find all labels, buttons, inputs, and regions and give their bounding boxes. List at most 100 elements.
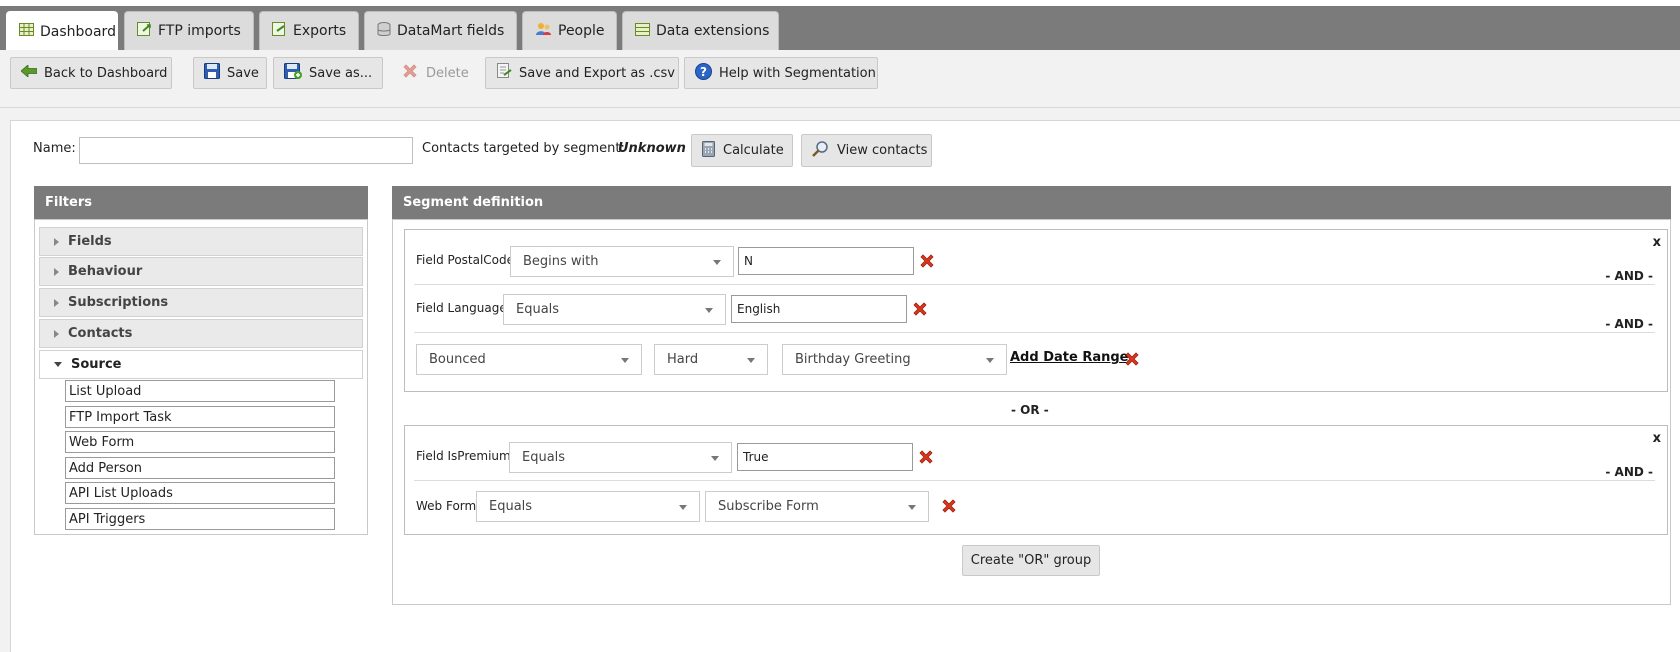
filter-section-label: Behaviour xyxy=(68,264,143,279)
filter-section-source[interactable]: Source xyxy=(39,350,363,379)
filter-section-label: Fields xyxy=(68,234,112,249)
back-to-dashboard-label: Back to Dashboard xyxy=(44,65,168,81)
floppy-disk-icon xyxy=(204,63,220,83)
filters-panel: Fields Behaviour Subscriptions Contacts … xyxy=(34,219,368,535)
filter-section-fields[interactable]: Fields xyxy=(39,227,363,256)
caret-down-icon xyxy=(621,358,629,363)
caret-down-icon xyxy=(747,358,755,363)
bounce-type-select[interactable]: Hard xyxy=(654,344,768,375)
contacts-targeted-value: Unknown xyxy=(618,141,686,156)
tab-bar: Dashboard FTP imports Exports DataMart f… xyxy=(0,6,1680,51)
chevron-down-icon xyxy=(54,362,62,367)
save-and-export-button[interactable]: Save and Export as .csv xyxy=(485,57,679,89)
chevron-right-icon xyxy=(54,237,59,246)
operator-select-value: Equals xyxy=(516,302,560,317)
tab-ftp-imports[interactable]: FTP imports xyxy=(124,11,254,50)
remove-rule-icon[interactable] xyxy=(911,300,929,318)
filters-header: Filters xyxy=(34,186,368,219)
people-icon xyxy=(535,22,552,40)
source-item-api-list-uploads[interactable]: API List Uploads xyxy=(65,482,335,504)
segment-definition-title: Segment definition xyxy=(403,195,544,210)
database-icon xyxy=(377,21,391,41)
create-or-group-button[interactable]: Create "OR" group xyxy=(962,545,1100,576)
operator-select[interactable]: Equals xyxy=(476,491,700,522)
add-date-range-link[interactable]: Add Date Range xyxy=(1010,350,1128,365)
caret-down-icon xyxy=(711,456,719,461)
remove-rule-icon[interactable] xyxy=(917,448,935,466)
caret-down-icon xyxy=(705,308,713,313)
tab-datamart-fields[interactable]: DataMart fields xyxy=(364,11,517,50)
filter-section-contacts[interactable]: Contacts xyxy=(39,319,363,348)
rule-separator xyxy=(414,332,1655,333)
tab-exports-label: Exports xyxy=(293,23,347,39)
operator-select[interactable]: Equals xyxy=(509,442,732,473)
tab-data-extensions-label: Data extensions xyxy=(656,23,770,39)
calculate-button[interactable]: Calculate xyxy=(691,134,793,167)
import-icon xyxy=(137,22,152,40)
source-item-api-triggers[interactable]: API Triggers xyxy=(65,508,335,530)
tab-dashboard[interactable]: Dashboard xyxy=(6,11,118,51)
help-icon: ? xyxy=(695,62,712,84)
remove-rule-icon[interactable] xyxy=(918,252,936,270)
view-contacts-label: View contacts xyxy=(837,143,928,158)
segment-editor: Name: Contacts targeted by segment: Unkn… xyxy=(10,120,1680,652)
arrow-left-icon xyxy=(20,64,38,81)
event-select[interactable]: Bounced xyxy=(416,344,642,375)
save-button[interactable]: Save xyxy=(193,57,267,89)
rule-field-label: Field IsPremium xyxy=(416,449,511,463)
operator-select-value: Begins with xyxy=(523,254,599,269)
caret-down-icon xyxy=(713,260,721,265)
calculator-icon xyxy=(702,140,715,161)
source-item-web-form[interactable]: Web Form xyxy=(65,431,335,453)
or-label: - OR - xyxy=(1011,403,1049,417)
campaign-select[interactable]: Birthday Greeting xyxy=(782,344,1007,375)
save-as-button[interactable]: Save as... xyxy=(273,57,383,89)
caret-down-icon xyxy=(679,505,687,510)
back-to-dashboard-button[interactable]: Back to Dashboard xyxy=(10,57,172,89)
operator-select[interactable]: Equals xyxy=(503,294,726,325)
remove-group-1-button[interactable]: x xyxy=(1653,235,1661,250)
operator-select-value: Equals xyxy=(489,499,533,514)
filter-section-behaviour[interactable]: Behaviour xyxy=(39,257,363,286)
operator-select[interactable]: Begins with xyxy=(510,246,734,277)
help-segmentation-button[interactable]: ? Help with Segmentation xyxy=(684,57,878,89)
filter-section-label: Source xyxy=(71,357,122,372)
remove-group-2-button[interactable]: x xyxy=(1653,431,1661,446)
rule-separator xyxy=(414,480,1655,481)
save-and-export-label: Save and Export as .csv xyxy=(519,65,675,81)
filter-section-subscriptions[interactable]: Subscriptions xyxy=(39,288,363,317)
tab-people-label: People xyxy=(558,23,605,39)
svg-text:?: ? xyxy=(700,65,707,79)
tab-people[interactable]: People xyxy=(522,11,617,50)
filters-title: Filters xyxy=(45,195,92,210)
name-label: Name: xyxy=(33,141,76,156)
rule-value-input[interactable]: N xyxy=(738,247,914,275)
rule-separator xyxy=(414,284,1655,285)
export-icon xyxy=(272,22,287,40)
web-form-select-value: Subscribe Form xyxy=(718,499,819,514)
tab-exports[interactable]: Exports xyxy=(259,11,359,50)
rule-value-input[interactable]: True xyxy=(737,443,913,471)
view-contacts-button[interactable]: View contacts xyxy=(801,134,932,167)
and-label: - AND - xyxy=(1605,317,1653,331)
source-item-list-upload[interactable]: List Upload xyxy=(65,380,335,402)
source-item-add-person[interactable]: Add Person xyxy=(65,457,335,479)
remove-rule-icon[interactable] xyxy=(940,497,958,515)
chevron-right-icon xyxy=(54,267,59,276)
web-form-select[interactable]: Subscribe Form xyxy=(705,491,929,522)
name-input[interactable] xyxy=(79,137,413,164)
tab-data-extensions[interactable]: Data extensions xyxy=(622,11,779,50)
and-label: - AND - xyxy=(1605,465,1653,479)
contacts-targeted-label: Contacts targeted by segment: xyxy=(422,141,625,156)
delete-button[interactable]: Delete xyxy=(390,57,480,89)
rule-value-input[interactable]: English xyxy=(731,295,907,323)
rule-field-label: Field PostalCode xyxy=(416,253,515,267)
filter-section-label: Contacts xyxy=(68,326,133,341)
tab-dashboard-label: Dashboard xyxy=(40,23,116,40)
or-group-1: x Field PostalCode Begins with N - AND -… xyxy=(404,229,1668,392)
toolbar: Back to Dashboard Save Save as... Delete… xyxy=(0,50,1680,108)
source-item-ftp-import-task[interactable]: FTP Import Task xyxy=(65,406,335,428)
chevron-right-icon xyxy=(54,298,59,307)
remove-rule-icon[interactable] xyxy=(1123,350,1141,368)
and-label: - AND - xyxy=(1605,269,1653,283)
